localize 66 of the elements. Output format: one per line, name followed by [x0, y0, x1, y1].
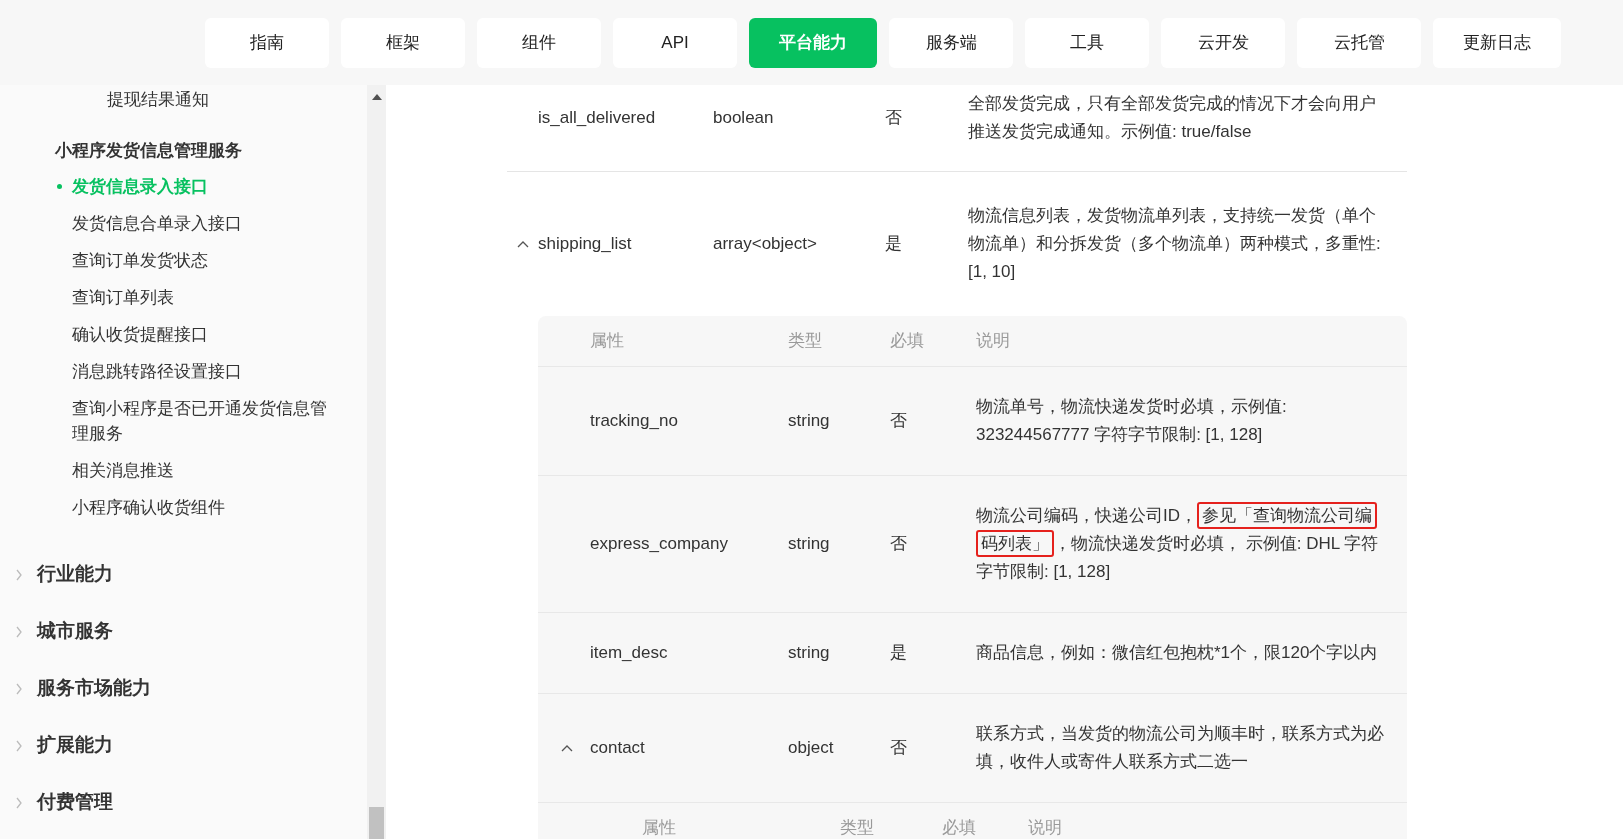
- description-text: 物流单号，物流快递发货时必填，示例值: 323244567777 字符字节限制: [1, 128]: [976, 396, 1288, 446]
- chevron-right-icon: [14, 682, 23, 695]
- nav-tab[interactable]: 云托管: [1297, 17, 1421, 68]
- column-header: 必填: [890, 330, 925, 353]
- chevron-right-icon: [14, 739, 23, 752]
- column-header: 说明: [976, 330, 1011, 353]
- required-value: 否: [890, 737, 908, 760]
- required-value: 否: [890, 533, 908, 556]
- property-type: string: [788, 642, 831, 665]
- chevron-right-icon: [14, 796, 23, 809]
- property-type: object: [788, 737, 835, 760]
- property-name: contact: [590, 737, 646, 760]
- nav-tab[interactable]: 更新日志: [1433, 17, 1561, 68]
- bullet-icon: [57, 184, 62, 189]
- chevron-right-icon: [14, 625, 23, 638]
- nav-tab[interactable]: 云开发: [1161, 17, 1285, 68]
- chevron-up-icon[interactable]: [561, 744, 573, 752]
- property-name: tracking_no: [590, 410, 679, 433]
- scroll-up-icon[interactable]: [371, 93, 382, 100]
- required-value: 是: [890, 642, 908, 665]
- property-type: string: [788, 410, 831, 433]
- sidebar-item[interactable]: 提现结果通知: [0, 90, 367, 120]
- property-type: array<object>: [713, 233, 818, 256]
- property-name: shipping_list: [538, 233, 633, 256]
- sidebar-section[interactable]: 城市服务: [0, 603, 367, 660]
- nav-tab[interactable]: 框架: [341, 17, 465, 68]
- required-value: 是: [885, 233, 903, 256]
- column-header: 属性: [590, 330, 625, 353]
- column-header: 类型: [840, 817, 875, 839]
- column-header: 必填: [942, 817, 977, 839]
- column-header: 属性: [642, 817, 677, 839]
- scrollbar-thumb[interactable]: [369, 807, 384, 839]
- sidebar-item[interactable]: 小程序确认收货组件: [0, 489, 367, 526]
- sidebar-item[interactable]: 消息跳转路径设置接口: [0, 353, 367, 390]
- property-type: boolean: [713, 107, 775, 130]
- property-type: string: [788, 533, 831, 556]
- description-text: 联系方式，当发货的物流公司为顺丰时，联系方式为必填，收件人或寄件人联系方式二选一: [976, 723, 1385, 773]
- scrollbar[interactable]: [367, 85, 386, 839]
- sidebar-item[interactable]: 发货信息合单录入接口: [0, 205, 367, 242]
- required-value: 否: [885, 107, 903, 130]
- sidebar-item[interactable]: 查询订单列表: [0, 279, 367, 316]
- property-name: express_company: [590, 533, 729, 556]
- sidebar-item[interactable]: 查询小程序是否已开通发货信息管理服务: [0, 390, 367, 452]
- sidebar-section[interactable]: 行业能力: [0, 546, 367, 603]
- description-text: 全部发货完成，只有全部发货完成的情况下才会向用户推送发货完成通知。示例值: true/false: [968, 93, 1377, 143]
- sidebar-item[interactable]: 查询订单发货状态: [0, 242, 367, 279]
- required-value: 否: [890, 410, 908, 433]
- sidebar-group-title: 小程序发货信息管理服务: [54, 140, 243, 162]
- sidebar-item[interactable]: 确认收货提醒接口: [0, 316, 367, 353]
- nav-tab[interactable]: API: [613, 17, 737, 68]
- sidebar-section[interactable]: 扩展能力: [0, 717, 367, 774]
- sidebar-item[interactable]: 相关消息推送: [0, 452, 367, 489]
- column-header: 类型: [788, 330, 823, 353]
- nav-tab[interactable]: 指南: [205, 17, 329, 68]
- nav-tab[interactable]: 工具: [1025, 17, 1149, 68]
- property-name: item_desc: [590, 642, 669, 665]
- description-text: 物流信息列表，发货物流单列表，支持统一发货（单个物流单）和分拆发货（多个物流单）两种模式，多重性: [1, 10]: [968, 205, 1382, 283]
- chevron-right-icon: [14, 568, 23, 581]
- nav-tab[interactable]: 服务端: [889, 17, 1013, 68]
- property-name: is_all_delivered: [538, 107, 657, 130]
- sidebar-section[interactable]: 服务市场能力: [0, 660, 367, 717]
- nav-tab[interactable]: 组件: [477, 17, 601, 68]
- sidebar-section[interactable]: 付费管理: [0, 774, 367, 831]
- description-text: 商品信息，例如：微信红包抱枕*1个，限120个字以内: [976, 642, 1379, 664]
- chevron-up-icon[interactable]: [516, 240, 529, 248]
- column-header: 说明: [1028, 817, 1063, 839]
